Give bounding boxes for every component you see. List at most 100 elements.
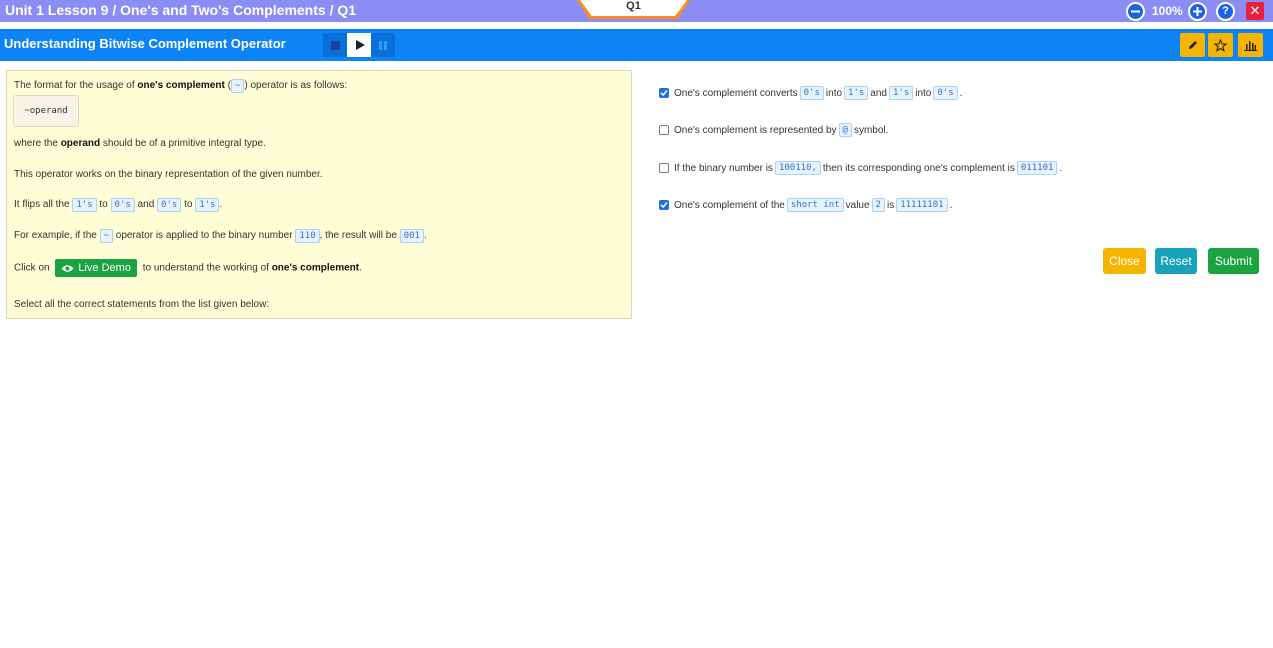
bar-chart-icon: [1244, 41, 1257, 51]
text: .: [423, 230, 427, 241]
text: It flips all the: [14, 199, 73, 210]
inline-code: 0's: [933, 86, 958, 100]
inline-code: 2: [871, 198, 885, 212]
stop-icon: [330, 40, 340, 50]
text: where the: [14, 138, 61, 149]
option-text: into: [915, 87, 932, 99]
inline-code: 0's: [799, 86, 824, 100]
option-text: .: [959, 87, 963, 99]
inline-code: @: [838, 123, 852, 137]
inline-code: 0's: [110, 198, 135, 212]
eye-icon: [61, 264, 74, 272]
plus-circle-icon: [1188, 1, 1207, 21]
stats-button[interactable]: [1238, 33, 1263, 57]
lesson-line-3: This operator works on the binary repres…: [14, 169, 323, 180]
lesson-title: Understanding Bitwise Complement Operato…: [4, 36, 286, 51]
lesson-line-4: It flips all the 1's to 0's and 0's to 1…: [14, 198, 223, 212]
text: to: [96, 199, 111, 210]
breadcrumb: Unit 1 Lesson 9 / One's and Two's Comple…: [5, 2, 357, 18]
inline-code: 1's: [195, 198, 220, 212]
text: ) operator is as follows:: [244, 80, 348, 91]
inline-code: 110: [295, 229, 320, 243]
lesson-line-5: For example, if the ~ operator is applie…: [14, 229, 427, 243]
toolbar: Understanding Bitwise Complement Operato…: [0, 29, 1273, 61]
checkbox-checked[interactable]: [659, 88, 669, 98]
checkbox-checked[interactable]: [659, 200, 669, 210]
lesson-line-2: where the operand should be of a primiti…: [14, 138, 266, 149]
text: and: [134, 199, 158, 210]
inline-code: 100110,: [774, 161, 821, 175]
live-demo-button[interactable]: Live Demo: [55, 259, 137, 277]
checkbox-unchecked[interactable]: [659, 163, 669, 173]
code-sample: ~operand: [13, 95, 79, 127]
inline-code: 11111101: [896, 198, 948, 212]
inline-code: 1's: [72, 198, 97, 212]
option-3[interactable]: If the binary number is 100110, then its…: [659, 161, 1062, 175]
play-icon: [355, 40, 365, 50]
text: For example, if the: [14, 230, 100, 241]
play-button[interactable]: [347, 33, 371, 57]
option-text: symbol.: [853, 124, 889, 136]
minus-circle-icon: [1126, 1, 1145, 21]
option-text: value: [845, 199, 870, 211]
inline-code: 0's: [157, 198, 182, 212]
option-text: One's complement converts: [674, 87, 798, 99]
inline-code: 011101: [1016, 161, 1058, 175]
lesson-line-7: Select all the correct statements from t…: [14, 299, 270, 310]
option-text: and: [870, 87, 887, 99]
submit-button[interactable]: Submit: [1208, 248, 1259, 274]
reset-button[interactable]: Reset: [1155, 248, 1197, 274]
bookmark-button[interactable]: [1208, 33, 1233, 57]
text: The format for the usage of: [14, 80, 138, 91]
help-button[interactable]: ?: [1216, 1, 1235, 21]
text: should be of a primitive integral type.: [100, 138, 266, 149]
pause-button[interactable]: [371, 33, 395, 57]
media-controls: [323, 33, 395, 57]
option-text: .: [1059, 162, 1063, 174]
option-4[interactable]: One's complement of the short int value …: [659, 198, 952, 212]
text: operator is applied to the binary number: [113, 230, 296, 241]
pause-icon: [379, 40, 387, 50]
inline-code: 001: [399, 229, 424, 243]
pencil-icon: [1188, 41, 1197, 49]
lesson-line-1: The format for the usage of one's comple…: [14, 79, 348, 93]
option-text: .: [949, 199, 953, 211]
inline-code: 1's: [888, 86, 914, 100]
lesson-line-6: Click on Live Demo to understand the wor…: [14, 259, 362, 277]
text: Click on: [14, 262, 53, 274]
option-text: One's complement is represented by: [674, 124, 837, 136]
option-text: One's complement of the: [674, 199, 785, 211]
option-2[interactable]: One's complement is represented by @ sym…: [659, 123, 888, 137]
text: .: [359, 262, 362, 274]
star-icon: [1214, 38, 1227, 52]
inline-code: ~: [230, 79, 245, 93]
pencil-button[interactable]: [1180, 33, 1205, 57]
zoom-level: 100%: [1152, 4, 1183, 18]
zoom-out-button[interactable]: [1126, 1, 1145, 21]
text: to understand the working of: [139, 262, 272, 274]
zoom-in-button[interactable]: [1188, 1, 1207, 21]
checkbox-unchecked[interactable]: [659, 125, 669, 135]
inline-code: ~: [99, 229, 114, 243]
bold-text: one's complement: [271, 262, 360, 274]
bold-text: operand: [60, 138, 101, 149]
text: to: [181, 199, 196, 210]
question-circle-icon: ?: [1216, 1, 1235, 21]
close-window-button[interactable]: ✕: [1246, 2, 1264, 20]
inline-code: short int: [786, 198, 844, 212]
option-text: then its corresponding one's complement …: [822, 162, 1015, 174]
close-button[interactable]: Close: [1103, 248, 1146, 274]
text: (: [224, 80, 231, 91]
text: .: [219, 199, 223, 210]
close-icon: ✕: [1249, 3, 1261, 18]
option-1[interactable]: One's complement converts 0's into 1's a…: [659, 86, 962, 100]
lesson-panel: The format for the usage of one's comple…: [6, 70, 632, 319]
question-tab-label: Q1: [626, 0, 641, 12]
stop-button[interactable]: [323, 33, 347, 57]
inline-code: 1's: [844, 86, 869, 100]
live-demo-label: Live Demo: [78, 262, 131, 274]
option-text: If the binary number is: [674, 162, 773, 174]
option-text: is: [886, 199, 895, 211]
text: , the result will be: [319, 230, 400, 241]
option-text: into: [825, 87, 843, 99]
